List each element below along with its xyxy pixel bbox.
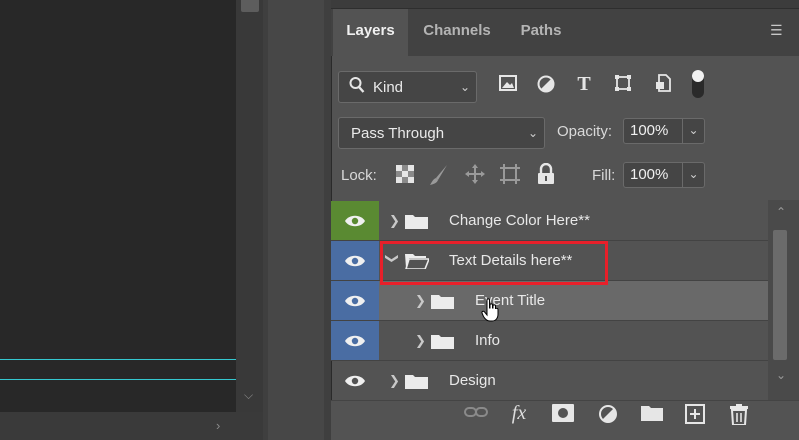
image-filter-icon[interactable] bbox=[497, 75, 519, 96]
filter-kind-dropdown[interactable]: Kind ⌄ bbox=[338, 71, 477, 103]
smart-object-filter-icon[interactable] bbox=[652, 74, 674, 97]
add-mask-icon[interactable] bbox=[550, 404, 576, 427]
lock-transparent-icon[interactable] bbox=[394, 165, 416, 188]
fill-value: 100% bbox=[630, 166, 669, 183]
layer-row[interactable]: ❯ Design bbox=[331, 361, 768, 401]
chevron-right-icon[interactable]: › bbox=[216, 418, 220, 433]
shape-filter-icon[interactable] bbox=[612, 74, 634, 97]
fx-icon[interactable]: fx bbox=[506, 402, 532, 425]
filter-toggle-icon[interactable] bbox=[690, 69, 706, 104]
delete-layer-icon[interactable] bbox=[726, 404, 752, 430]
chevron-down-icon[interactable]: ⌄ bbox=[776, 368, 786, 382]
chevron-right-icon[interactable]: ❯ bbox=[389, 201, 400, 240]
layer-row[interactable]: ❯ Info bbox=[331, 321, 768, 361]
adjustment-filter-icon[interactable] bbox=[535, 75, 557, 98]
document-canvas[interactable] bbox=[0, 0, 236, 412]
tab-paths[interactable]: Paths bbox=[506, 9, 576, 56]
opacity-label: Opacity: bbox=[557, 123, 613, 140]
lock-position-icon[interactable] bbox=[463, 163, 487, 190]
canvas-scroll-thumb[interactable] bbox=[241, 0, 259, 12]
folder-icon bbox=[405, 213, 428, 229]
chevron-right-icon[interactable]: ❯ bbox=[415, 321, 426, 360]
adjustment-layer-icon[interactable] bbox=[595, 404, 621, 429]
eye-icon[interactable] bbox=[331, 241, 379, 280]
opacity-input[interactable]: 100% ⌄ bbox=[623, 118, 705, 144]
chevron-down-icon[interactable]: ⌄ bbox=[682, 119, 704, 143]
canvas-vertical-scrollbar[interactable] bbox=[236, 0, 263, 412]
annotation-highlight-box bbox=[380, 241, 608, 285]
chevron-down-icon: ⌄ bbox=[459, 80, 470, 94]
eye-icon[interactable] bbox=[331, 281, 379, 320]
lock-label: Lock: bbox=[341, 167, 377, 184]
layer-row[interactable]: ❯ Change Color Here** bbox=[331, 201, 768, 241]
blend-mode-dropdown[interactable]: Pass Through ⌄ bbox=[338, 117, 545, 149]
panel-menu-icon[interactable]: ☰ bbox=[770, 22, 783, 39]
layers-scroll-thumb[interactable] bbox=[773, 230, 787, 360]
lock-all-icon[interactable] bbox=[535, 162, 557, 190]
chevron-down-icon[interactable]: ⌵ bbox=[244, 388, 253, 403]
folder-icon bbox=[405, 373, 428, 389]
link-layers-icon[interactable] bbox=[463, 404, 489, 424]
chevron-down-icon: ⌄ bbox=[527, 126, 538, 140]
layer-name[interactable]: Info bbox=[475, 321, 500, 360]
folder-icon bbox=[431, 293, 454, 309]
lock-artboard-icon[interactable] bbox=[498, 163, 522, 190]
filter-kind-label: Kind bbox=[373, 79, 404, 96]
guide-line bbox=[0, 379, 236, 380]
tab-channels[interactable]: Channels bbox=[410, 9, 504, 56]
layer-name[interactable]: Change Color Here** bbox=[449, 201, 590, 240]
canvas-horizontal-scrollbar[interactable] bbox=[0, 412, 263, 440]
tab-layers[interactable]: Layers bbox=[333, 9, 408, 56]
chevron-right-icon[interactable]: ❯ bbox=[389, 361, 400, 400]
layer-name[interactable]: Design bbox=[449, 361, 496, 400]
eye-icon[interactable] bbox=[331, 201, 379, 240]
new-layer-icon[interactable] bbox=[682, 404, 708, 429]
chevron-right-icon[interactable]: ❯ bbox=[415, 281, 426, 320]
search-icon bbox=[349, 76, 365, 98]
opacity-value: 100% bbox=[630, 122, 669, 139]
eye-icon[interactable] bbox=[331, 361, 379, 400]
guide-line bbox=[0, 359, 236, 360]
eye-icon[interactable] bbox=[331, 321, 379, 360]
panel-top-bar bbox=[331, 0, 799, 9]
layer-row-selected[interactable]: ❯ Event Title bbox=[331, 281, 768, 322]
fill-label: Fill: bbox=[592, 167, 616, 184]
new-group-icon[interactable] bbox=[639, 404, 665, 426]
lock-image-icon[interactable] bbox=[428, 164, 450, 191]
chevron-up-icon[interactable]: ⌃ bbox=[776, 205, 786, 219]
fill-input[interactable]: 100% ⌄ bbox=[623, 162, 705, 188]
folder-icon bbox=[431, 333, 454, 349]
type-filter-icon[interactable]: T bbox=[573, 73, 595, 96]
chevron-down-icon[interactable]: ⌄ bbox=[682, 163, 704, 187]
panel-gutter-inner bbox=[268, 0, 324, 440]
blend-mode-value: Pass Through bbox=[351, 125, 445, 142]
